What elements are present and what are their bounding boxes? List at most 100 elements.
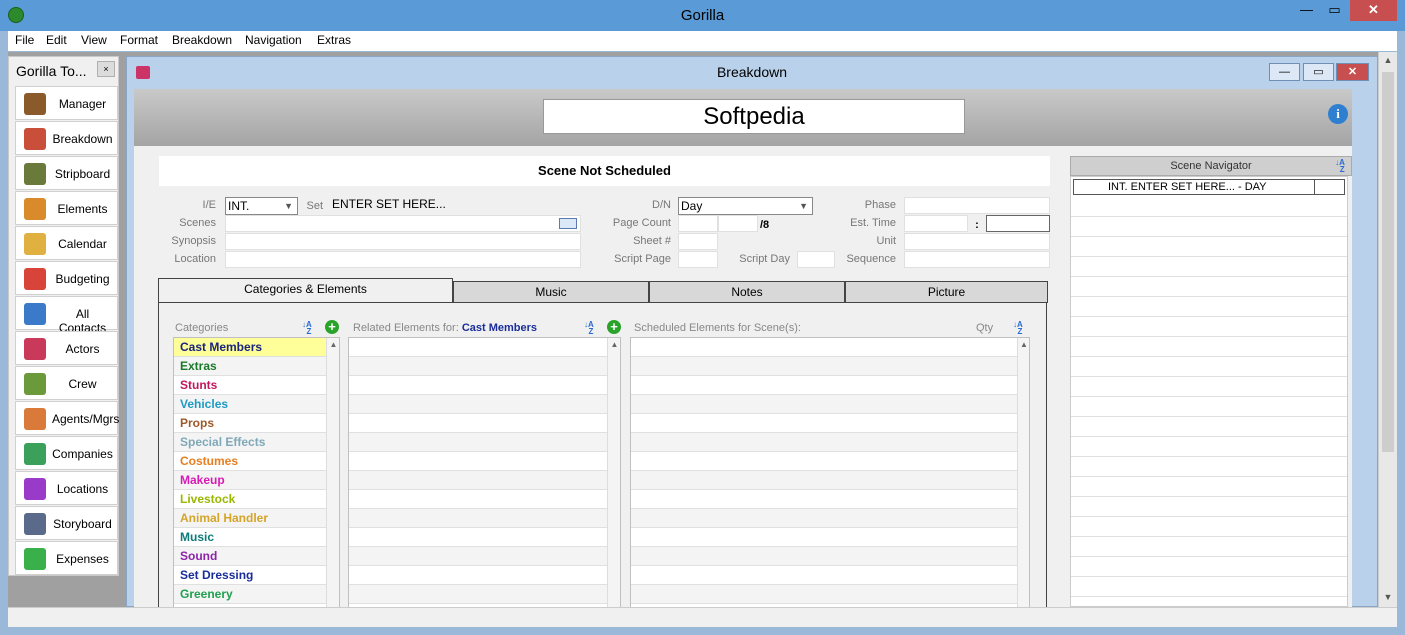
est-time-minutes-field[interactable] <box>986 215 1050 232</box>
scene-navigator-row[interactable]: INT. ENTER SET HERE... - DAY <box>1073 179 1345 195</box>
scene-navigator-row[interactable] <box>1071 337 1347 357</box>
scheduled-element-row[interactable] <box>631 547 1017 566</box>
menu-edit[interactable]: Edit <box>46 33 67 47</box>
toolbox-storyboard-button[interactable]: Storyboard <box>15 506 118 540</box>
toolbox-breakdown-button[interactable]: Breakdown <box>15 121 118 155</box>
menu-view[interactable]: View <box>81 33 107 47</box>
sheet-field[interactable] <box>678 233 718 250</box>
breakdown-minimize-button[interactable]: — <box>1269 63 1300 81</box>
category-row[interactable]: Stunts <box>174 376 326 395</box>
toolbox-calendar-button[interactable]: Calendar <box>15 226 118 260</box>
scene-navigator-row[interactable] <box>1071 597 1347 606</box>
scene-navigator-row[interactable] <box>1071 497 1347 517</box>
category-row[interactable]: Extras <box>174 357 326 376</box>
scheduled-element-row[interactable] <box>631 585 1017 604</box>
info-icon[interactable]: i <box>1328 104 1348 124</box>
tab-categories-elements[interactable]: Categories & Elements <box>158 278 453 304</box>
scheduled-element-row[interactable] <box>631 376 1017 395</box>
related-element-row[interactable] <box>349 452 607 471</box>
scene-navigator-row[interactable] <box>1071 217 1347 237</box>
close-button[interactable]: ✕ <box>1350 0 1397 21</box>
category-row[interactable]: Makeup <box>174 471 326 490</box>
toolbox-companies-button[interactable]: Companies <box>15 436 118 470</box>
related-elements-scrollbar[interactable]: ▲ <box>607 338 620 608</box>
maximize-button[interactable]: ▭ <box>1321 0 1348 21</box>
category-row[interactable]: Greenery <box>174 585 326 604</box>
horizontal-scrollbar[interactable] <box>8 607 1397 627</box>
scheduled-element-row[interactable] <box>631 414 1017 433</box>
synopsis-field[interactable] <box>225 233 581 250</box>
scene-navigator-row[interactable] <box>1071 377 1347 397</box>
set-field[interactable]: ENTER SET HERE... <box>330 197 580 214</box>
category-row[interactable]: Livestock <box>174 490 326 509</box>
tab-picture[interactable]: Picture <box>845 281 1048 303</box>
related-element-row[interactable] <box>349 566 607 585</box>
page-count-whole-field[interactable] <box>678 215 718 232</box>
scroll-up-icon[interactable]: ▲ <box>1379 55 1397 65</box>
scheduled-element-row[interactable] <box>631 338 1017 357</box>
related-element-row[interactable] <box>349 547 607 566</box>
toolbox-elements-button[interactable]: Elements <box>15 191 118 225</box>
related-element-row[interactable] <box>349 376 607 395</box>
toolbox-budgeting-button[interactable]: Budgeting <box>15 261 118 295</box>
minimize-button[interactable]: — <box>1293 0 1320 21</box>
scroll-up-icon[interactable]: ▲ <box>327 340 339 349</box>
breakdown-restore-button[interactable]: ▭ <box>1303 63 1334 81</box>
scene-navigator-row[interactable] <box>1071 197 1347 217</box>
scene-navigator-row[interactable] <box>1071 437 1347 457</box>
scheduled-element-row[interactable] <box>631 471 1017 490</box>
scene-navigator-row[interactable] <box>1071 297 1347 317</box>
scene-navigator-row[interactable] <box>1071 577 1347 597</box>
scene-navigator-row[interactable] <box>1071 537 1347 557</box>
breakdown-close-button[interactable]: ✕ <box>1336 63 1369 81</box>
related-element-row[interactable] <box>349 357 607 376</box>
category-row[interactable]: Cast Members <box>174 338 326 357</box>
related-element-row[interactable] <box>349 395 607 414</box>
category-row[interactable]: Set Dressing <box>174 566 326 585</box>
toolbox-locations-button[interactable]: Locations <box>15 471 118 505</box>
category-row[interactable]: Animal Handler <box>174 509 326 528</box>
category-row[interactable]: Music <box>174 528 326 547</box>
scroll-up-icon[interactable]: ▲ <box>1018 340 1029 349</box>
toolbox-actors-button[interactable]: Actors <box>15 331 118 365</box>
dn-dropdown[interactable]: Day ▼ <box>678 197 813 215</box>
scheduled-element-row[interactable] <box>631 433 1017 452</box>
add-category-icon[interactable]: + <box>325 320 339 334</box>
sequence-field[interactable] <box>904 251 1050 268</box>
menu-navigation[interactable]: Navigation <box>245 33 302 47</box>
scenes-field[interactable] <box>225 215 581 232</box>
scene-navigator-row[interactable] <box>1071 417 1347 437</box>
menu-breakdown[interactable]: Breakdown <box>172 33 232 47</box>
scheduled-elements-scrollbar[interactable]: ▲ <box>1017 338 1029 608</box>
tab-notes[interactable]: Notes <box>649 281 845 303</box>
related-element-row[interactable] <box>349 509 607 528</box>
scroll-up-icon[interactable]: ▲ <box>608 340 620 349</box>
menu-extras[interactable]: Extras <box>317 33 351 47</box>
scene-navigator-row[interactable] <box>1071 357 1347 377</box>
sort-az-icon[interactable]: ↓A Z <box>1013 321 1027 336</box>
main-vertical-scrollbar[interactable]: ▲ ▼ <box>1378 52 1397 607</box>
sort-az-icon[interactable]: ↓A Z <box>302 321 316 336</box>
toolbox-all-contacts-button[interactable]: All Contacts <box>15 296 118 335</box>
category-row[interactable]: Props <box>174 414 326 433</box>
toolbox-stripboard-button[interactable]: Stripboard <box>15 156 118 190</box>
categories-scrollbar[interactable]: ▲ <box>326 338 339 608</box>
related-element-row[interactable] <box>349 528 607 547</box>
script-page-field[interactable] <box>678 251 718 268</box>
scheduled-element-row[interactable] <box>631 395 1017 414</box>
menu-file[interactable]: File <box>15 33 34 47</box>
scene-navigator-row[interactable] <box>1071 557 1347 577</box>
location-field[interactable] <box>225 251 581 268</box>
est-time-hours-field[interactable] <box>904 215 968 232</box>
menu-format[interactable]: Format <box>120 33 158 47</box>
related-element-row[interactable] <box>349 414 607 433</box>
scene-navigator-row[interactable] <box>1071 257 1347 277</box>
add-element-icon[interactable]: + <box>607 320 621 334</box>
toolbox-close-button[interactable]: × <box>97 61 115 77</box>
scheduled-element-row[interactable] <box>631 509 1017 528</box>
category-row[interactable]: Sound <box>174 547 326 566</box>
category-row[interactable]: Vehicles <box>174 395 326 414</box>
scene-navigator-row[interactable] <box>1071 237 1347 257</box>
scene-navigator-row[interactable] <box>1071 517 1347 537</box>
scene-navigator-row[interactable] <box>1071 397 1347 417</box>
